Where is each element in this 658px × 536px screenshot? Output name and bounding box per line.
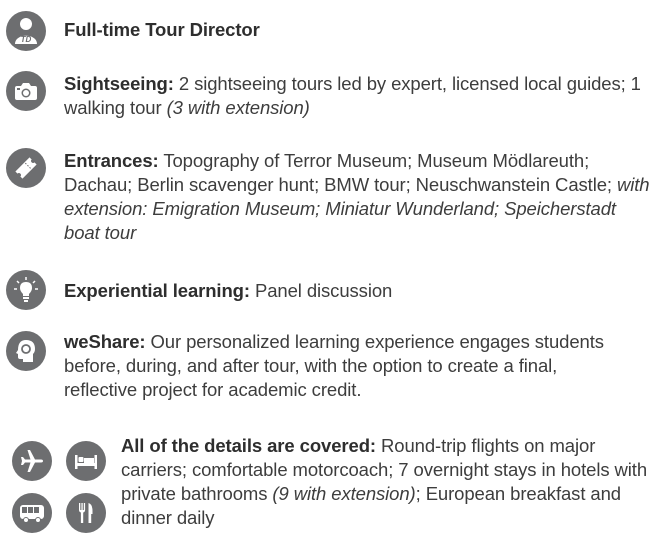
item-title: Entrances: xyxy=(64,150,159,171)
item-tour-director: Full-time Tour Director xyxy=(64,18,644,42)
head-icon xyxy=(6,331,46,371)
item-body-italic: (9 with extension) xyxy=(272,483,416,504)
item-details: All of the details are covered: Round-tr… xyxy=(121,434,651,530)
lightbulb-icon xyxy=(6,270,46,310)
item-title: All of the details are covered: xyxy=(121,435,376,456)
svg-text:TD: TD xyxy=(21,35,32,44)
item-title: Sightseeing: xyxy=(64,73,174,94)
utensils-icon xyxy=(66,493,106,533)
airplane-icon xyxy=(12,441,52,481)
bus-icon xyxy=(12,493,52,533)
ticket-icon xyxy=(6,148,46,188)
item-body: Panel discussion xyxy=(249,280,393,301)
tour-director-icon: TD xyxy=(6,11,46,51)
item-title: Full-time Tour Director xyxy=(64,19,260,40)
item-weshare: weShare: Our personalized learning exper… xyxy=(64,330,604,402)
item-entrances: Entrances: Topography of Terror Museum; … xyxy=(64,149,654,245)
camera-icon xyxy=(6,71,46,111)
item-title: Experiential learning: xyxy=(64,280,250,301)
item-experiential: Experiential learning: Panel discussion xyxy=(64,279,644,303)
item-sightseeing: Sightseeing: 2 sightseeing tours led by … xyxy=(64,72,644,120)
bed-icon xyxy=(66,441,106,481)
item-body-italic: (3 with extension) xyxy=(166,97,310,118)
item-title: weShare: xyxy=(64,331,146,352)
item-body: Our personalized learning experience eng… xyxy=(64,331,604,400)
